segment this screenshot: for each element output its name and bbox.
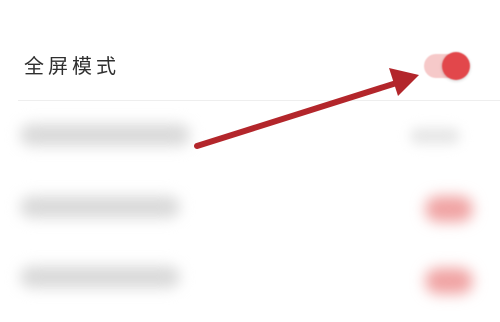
blurred-setting-row-2[interactable] <box>0 176 500 236</box>
blurred-setting-row-3[interactable] <box>0 246 500 306</box>
blurred-label <box>20 196 180 218</box>
toggle-knob <box>442 52 470 80</box>
blurred-toggle[interactable] <box>425 268 473 294</box>
blurred-setting-row-1[interactable] <box>0 104 500 164</box>
blurred-value <box>410 128 460 144</box>
fullscreen-toggle[interactable] <box>424 52 470 80</box>
blurred-label <box>20 266 180 288</box>
blurred-toggle[interactable] <box>425 196 473 222</box>
fullscreen-label: 全屏模式 <box>24 54 120 78</box>
row-divider <box>18 100 500 101</box>
blurred-label <box>20 124 190 146</box>
settings-screen: 全屏模式 <box>0 0 500 322</box>
